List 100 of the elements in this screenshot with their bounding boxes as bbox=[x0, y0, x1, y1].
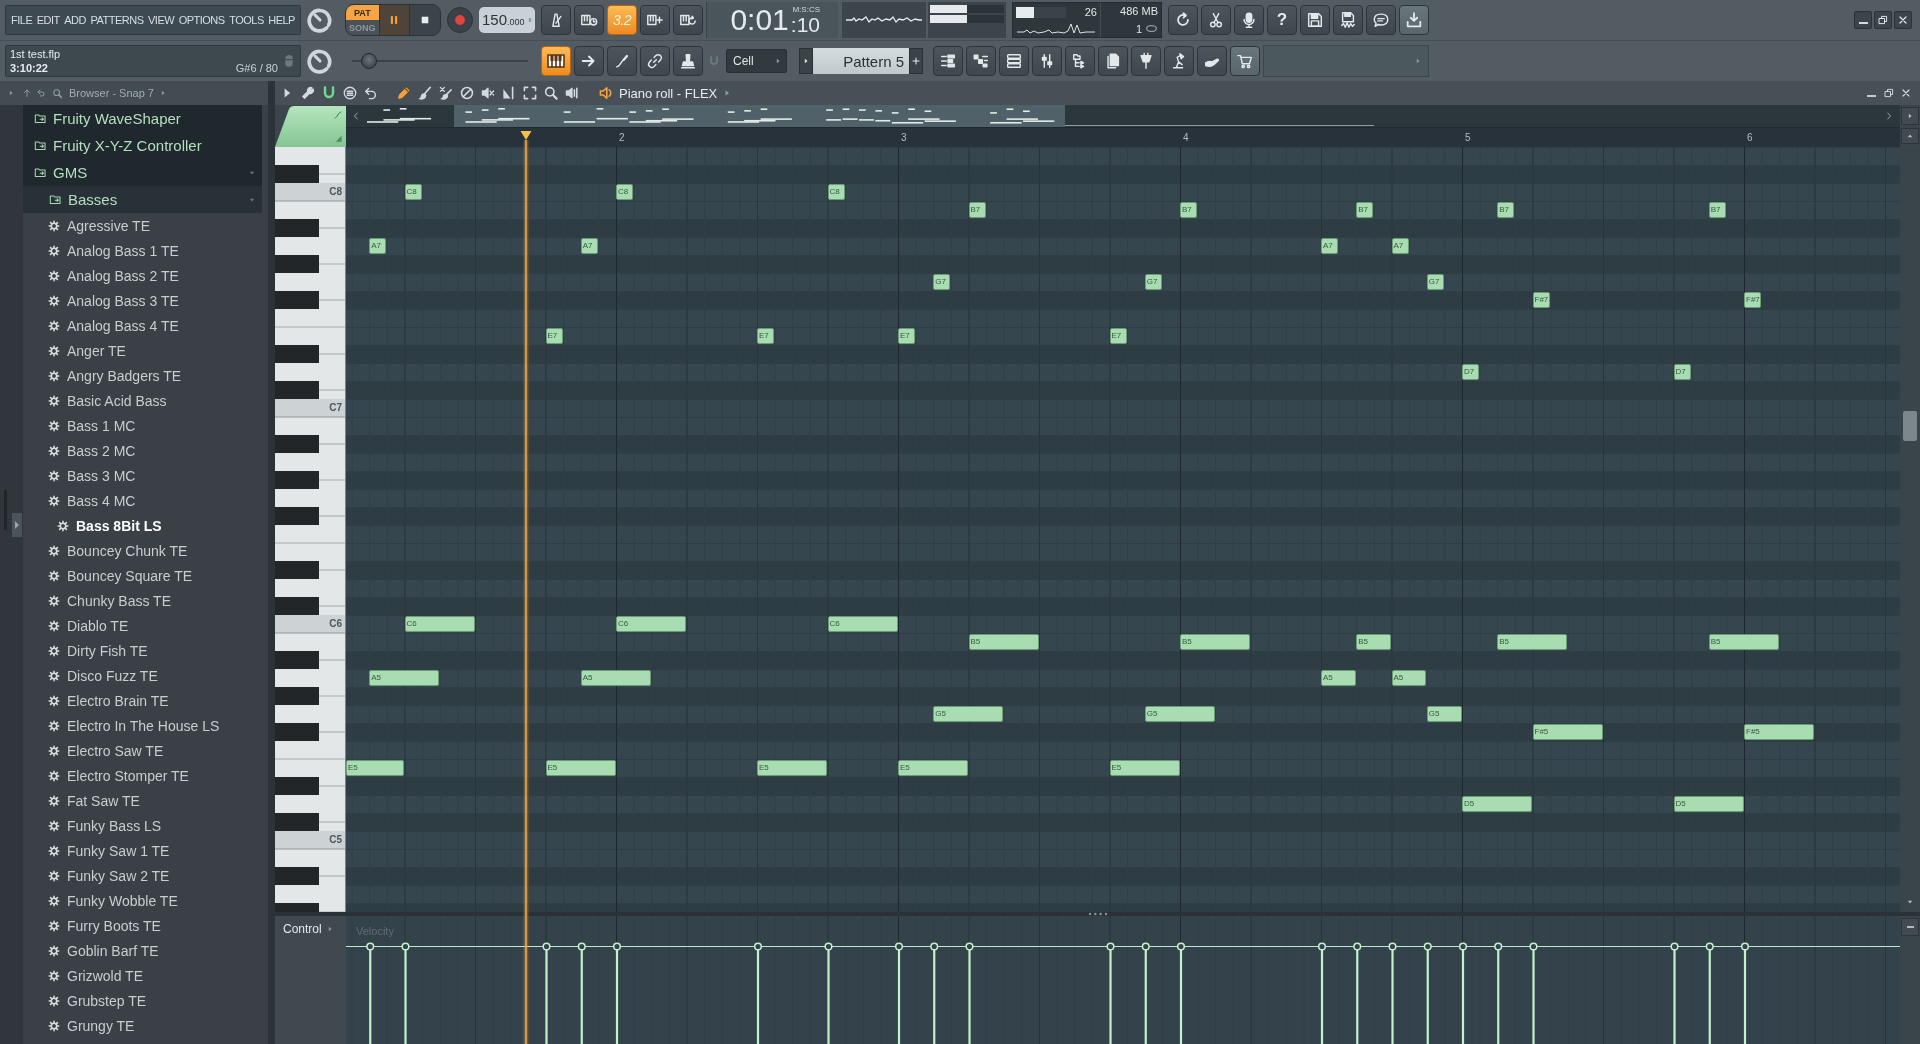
velocity-bar[interactable] bbox=[1529, 942, 1538, 1044]
note[interactable]: C6 bbox=[827, 616, 898, 632]
note[interactable]: B5 bbox=[968, 634, 1039, 650]
note[interactable]: G7 bbox=[933, 274, 951, 290]
note[interactable]: C8 bbox=[827, 184, 845, 200]
view-button[interactable] bbox=[1131, 46, 1161, 76]
note[interactable]: B5 bbox=[1708, 634, 1779, 650]
velocity-bar[interactable] bbox=[1670, 942, 1679, 1044]
chevron-left-icon[interactable] bbox=[351, 111, 361, 121]
preset-item[interactable]: Angry Badgers TE bbox=[23, 363, 262, 388]
note[interactable]: D7 bbox=[1673, 364, 1691, 380]
preset-item[interactable]: Fat Saw TE bbox=[23, 788, 262, 813]
no-entry-icon[interactable] bbox=[459, 85, 475, 101]
velocity-bar[interactable] bbox=[1106, 942, 1115, 1044]
note[interactable]: D7 bbox=[1462, 364, 1480, 380]
menu-item[interactable]: FILE bbox=[11, 14, 33, 26]
view-button[interactable] bbox=[1230, 46, 1260, 76]
chevron-right-icon[interactable] bbox=[1884, 111, 1894, 121]
note[interactable]: E5 bbox=[757, 760, 827, 776]
note[interactable]: A7 bbox=[1321, 238, 1339, 254]
preset-item[interactable]: Electro In The House LS bbox=[23, 713, 262, 738]
caret-down-icon[interactable] bbox=[1906, 898, 1914, 906]
help-button[interactable]: ? bbox=[1267, 5, 1297, 35]
preset-item[interactable]: Analog Bass 3 TE bbox=[23, 288, 262, 313]
note[interactable]: G7 bbox=[1144, 274, 1162, 290]
loop-record-button[interactable] bbox=[673, 5, 703, 35]
panel-handle[interactable] bbox=[12, 513, 22, 537]
download-button[interactable] bbox=[1399, 5, 1429, 35]
note[interactable]: E7 bbox=[1109, 328, 1127, 344]
control-menu[interactable]: Control bbox=[283, 922, 334, 936]
slider-thumb[interactable] bbox=[361, 53, 378, 69]
note[interactable]: D5 bbox=[1673, 796, 1744, 812]
folder-item[interactable]: GMS bbox=[23, 159, 262, 186]
velocity-bar[interactable] bbox=[930, 942, 939, 1044]
export-button[interactable] bbox=[1333, 5, 1363, 35]
stop-button[interactable] bbox=[409, 5, 440, 35]
velocity-bar[interactable] bbox=[824, 942, 833, 1044]
note[interactable]: F#7 bbox=[1532, 292, 1550, 308]
preset-item[interactable]: Analog Bass 1 TE bbox=[23, 238, 262, 263]
velocity-bar[interactable] bbox=[1494, 942, 1503, 1044]
close-button[interactable] bbox=[1894, 11, 1912, 29]
preset-item[interactable]: Bass 3 MC bbox=[23, 463, 262, 488]
velocity-bar[interactable] bbox=[577, 942, 586, 1044]
velocity-bar[interactable] bbox=[612, 942, 622, 1044]
muted-speaker-icon[interactable] bbox=[480, 85, 496, 101]
wait-for-input-button[interactable] bbox=[574, 5, 604, 35]
velocity-bar[interactable] bbox=[542, 942, 551, 1044]
menu-item[interactable]: OPTIONS bbox=[178, 14, 225, 26]
note[interactable]: A5 bbox=[580, 670, 651, 686]
knob-icon[interactable] bbox=[306, 47, 334, 75]
metronome-button[interactable] bbox=[541, 5, 571, 35]
view-button[interactable] bbox=[999, 46, 1029, 76]
preset-item[interactable]: Bass 4 MC bbox=[23, 488, 262, 513]
view-button[interactable] bbox=[1032, 46, 1062, 76]
preset-item[interactable]: Bouncey Chunk TE bbox=[23, 538, 262, 563]
velocity-bar[interactable] bbox=[1705, 942, 1714, 1044]
caret-right-icon[interactable] bbox=[159, 89, 167, 97]
zoom-icon[interactable] bbox=[543, 85, 559, 101]
note[interactable]: E5 bbox=[1109, 760, 1180, 776]
preset-item[interactable]: Analog Bass 2 TE bbox=[23, 263, 262, 288]
folder-item[interactable]: Fruity WaveShaper bbox=[23, 105, 262, 132]
velocity-bar[interactable] bbox=[965, 942, 974, 1044]
add-pattern-button[interactable] bbox=[909, 48, 923, 74]
note[interactable]: D5 bbox=[1462, 796, 1532, 812]
preset-item[interactable]: Electro Brain TE bbox=[23, 688, 262, 713]
velocity-bar[interactable] bbox=[1353, 942, 1362, 1044]
restore-icon[interactable] bbox=[1883, 87, 1895, 99]
minimize-button[interactable] bbox=[1854, 11, 1872, 29]
velocity-bar[interactable] bbox=[1423, 942, 1432, 1044]
velocity-bar[interactable] bbox=[1141, 942, 1150, 1044]
view-button[interactable] bbox=[1065, 46, 1095, 76]
restore-button[interactable] bbox=[1874, 11, 1892, 29]
snap-dropdown[interactable]: Cell bbox=[726, 49, 787, 73]
note[interactable]: F#7 bbox=[1744, 292, 1762, 308]
preset-item[interactable]: Electro Stomper TE bbox=[23, 763, 262, 788]
back-arrow-icon[interactable] bbox=[36, 88, 46, 98]
note[interactable]: G7 bbox=[1426, 274, 1444, 290]
pencil-icon[interactable] bbox=[396, 85, 412, 101]
note[interactable]: E7 bbox=[898, 328, 916, 344]
arrow-button[interactable] bbox=[574, 46, 604, 76]
note[interactable]: C8 bbox=[404, 184, 422, 200]
note[interactable]: E5 bbox=[545, 760, 616, 776]
note[interactable]: G5 bbox=[1144, 706, 1215, 722]
preset-item[interactable]: Furry Boots TE bbox=[23, 913, 262, 938]
note[interactable]: E7 bbox=[757, 328, 775, 344]
velocity-bar[interactable] bbox=[753, 942, 763, 1044]
velocity-bar[interactable] bbox=[366, 942, 375, 1044]
typing-keyboard-button[interactable] bbox=[541, 46, 571, 76]
record-button[interactable] bbox=[447, 7, 473, 33]
preset-item[interactable]: Goblin Barf TE bbox=[23, 938, 262, 963]
refresh-button[interactable] bbox=[1168, 5, 1198, 35]
knob-icon[interactable] bbox=[306, 6, 334, 34]
preset-item[interactable]: Grungy TE bbox=[23, 1013, 262, 1038]
speaker-icon[interactable] bbox=[598, 85, 614, 101]
curve-button[interactable] bbox=[607, 46, 637, 76]
selection-icon[interactable] bbox=[522, 85, 538, 101]
tempo-field[interactable]: 150.000 bbox=[479, 7, 535, 33]
menu-item[interactable]: HELP bbox=[268, 14, 295, 26]
search-icon[interactable] bbox=[52, 87, 63, 99]
chat-button[interactable] bbox=[1366, 5, 1396, 35]
